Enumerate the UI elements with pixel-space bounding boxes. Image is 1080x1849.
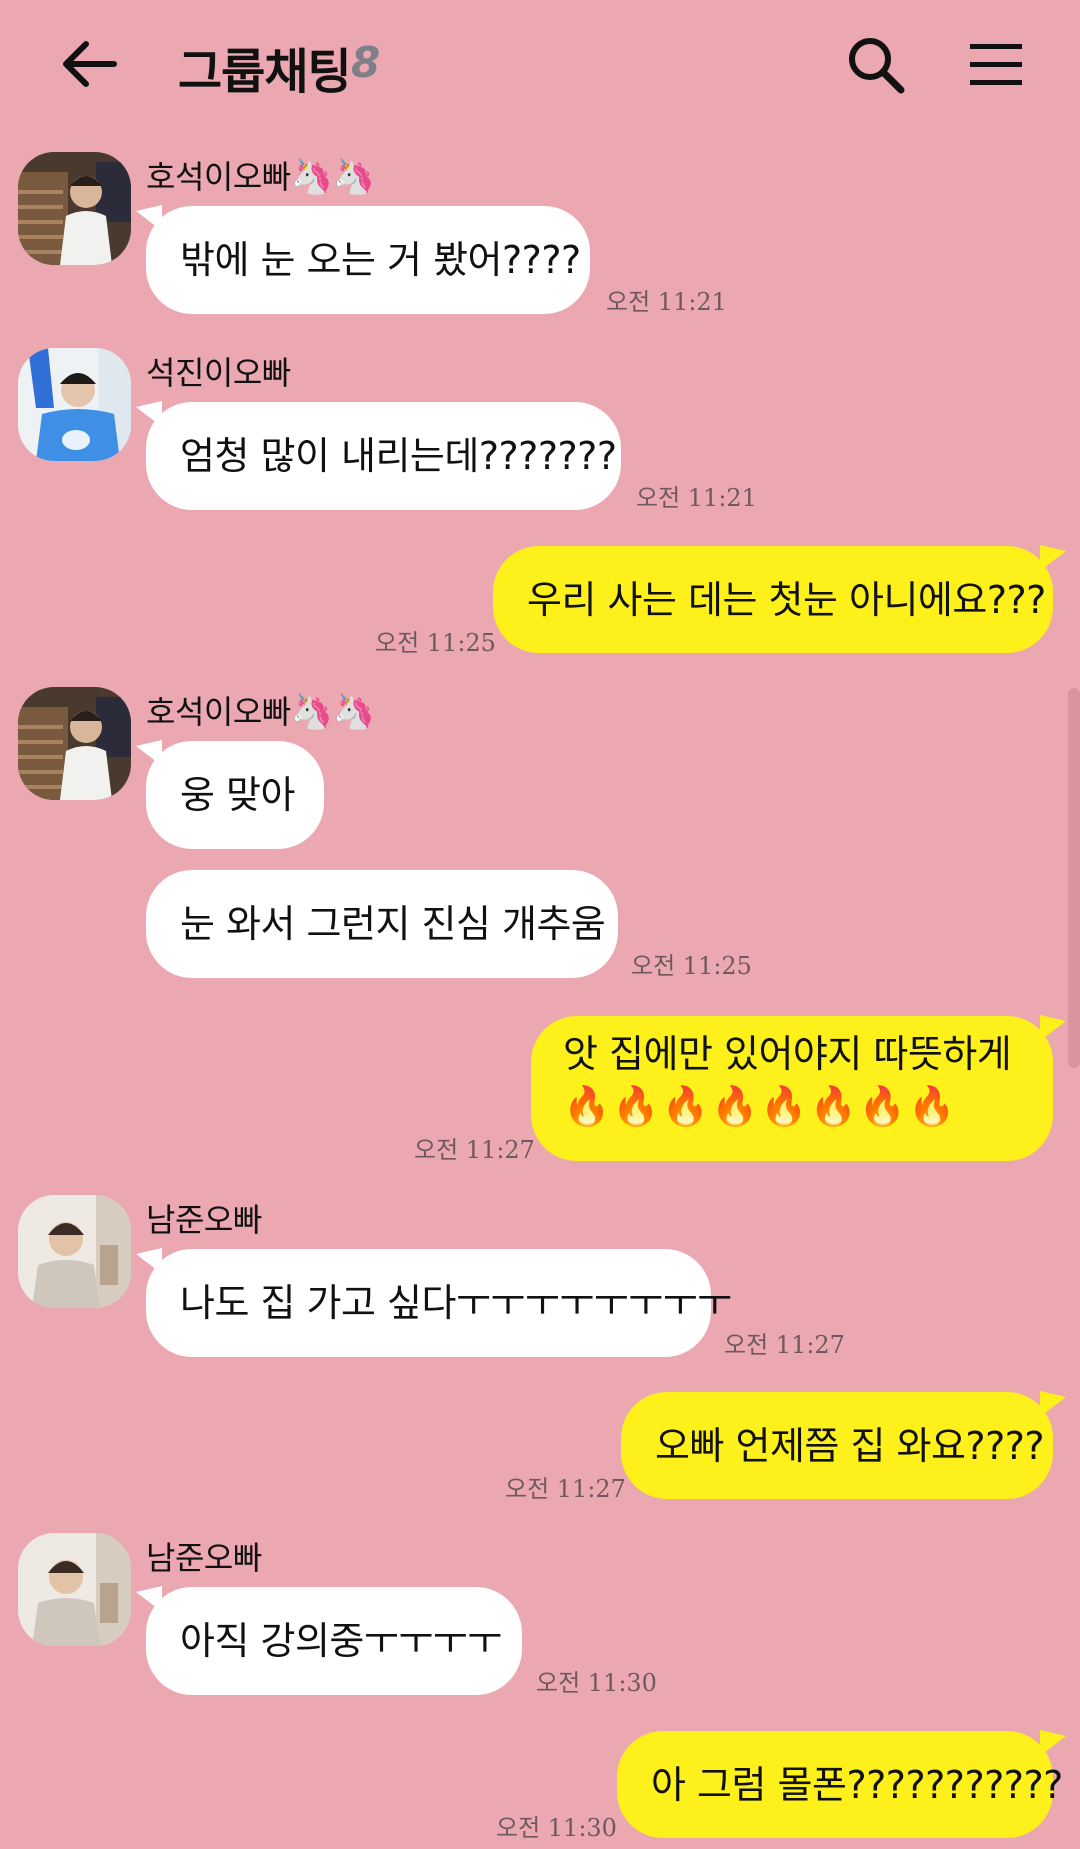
message-text: 아 그럼 몰폰??????????? <box>651 1762 1063 1807</box>
message-time: 오전 11:25 <box>375 629 496 657</box>
message-text: 눈 와서 그런지 진심 개추움 <box>180 902 606 946</box>
avatar-namjoon[interactable] <box>18 1195 131 1308</box>
message-time: 오전 11:21 <box>606 288 727 316</box>
sent-message-bubble[interactable]: 앗 집에만 있어야지 따뜻하게 🔥🔥🔥🔥🔥🔥🔥🔥 <box>531 1016 1053 1161</box>
message-text: 밖에 눈 오는 거 봤어???? <box>180 238 581 282</box>
search-icon <box>849 38 905 94</box>
message-time: 오전 11:21 <box>636 484 757 512</box>
avatar-seokjin[interactable] <box>18 348 131 461</box>
sender-name: 호석이오빠🦄🦄 <box>146 157 375 197</box>
search-button[interactable] <box>845 34 907 96</box>
message-time: 오전 11:27 <box>505 1475 626 1503</box>
sender-name: 석진이오빠 <box>146 354 291 392</box>
message-time: 오전 11:27 <box>414 1136 535 1164</box>
unicorn-emoji: 🦄🦄 <box>290 157 375 197</box>
hamburger-menu-icon <box>970 44 1022 85</box>
message-bubble[interactable]: 아직 강의중ㅜㅜㅜㅜ <box>146 1587 522 1695</box>
avatar-namjoon[interactable] <box>18 1533 131 1646</box>
bubble-tail <box>1040 1015 1066 1041</box>
bubble-tail <box>1040 1391 1066 1417</box>
message-text: 우리 사는 데는 첫눈 아니에요??? <box>527 577 1046 622</box>
message-bubble[interactable]: 나도 집 가고 싶다ㅜㅜㅜㅜㅜㅜㅜㅜ <box>146 1249 732 1357</box>
chat-header: 그룹채팅 8 <box>0 0 1080 130</box>
message-text: 앗 집에만 있어야지 따뜻하게 <box>563 1032 1012 1076</box>
bubble-tail <box>1040 545 1066 571</box>
menu-button[interactable] <box>968 40 1024 90</box>
avatar-hoseok[interactable] <box>18 687 131 800</box>
message-text: 웅 맞아 <box>180 773 295 817</box>
member-count: 8 <box>351 38 381 87</box>
message-text: 나도 집 가고 싶다ㅜㅜㅜㅜㅜㅜㅜㅜ <box>180 1281 732 1325</box>
message-text: 엄청 많이 내리는데??????? <box>180 434 617 478</box>
message-bubble[interactable]: 밖에 눈 오는 거 봤어???? <box>146 206 590 314</box>
sent-message-bubble[interactable]: 아 그럼 몰폰??????????? <box>617 1731 1063 1838</box>
sent-message-bubble[interactable]: 오빠 언제쯤 집 와요???? <box>621 1392 1053 1499</box>
back-button[interactable] <box>56 30 124 98</box>
sender-name: 남준오빠 <box>146 1539 262 1577</box>
message-time: 오전 11:25 <box>631 952 752 980</box>
avatar-hoseok[interactable] <box>18 152 131 265</box>
message-bubble[interactable]: 웅 맞아 <box>146 741 324 849</box>
sender-name: 호석이오빠🦄🦄 <box>146 692 375 732</box>
chat-title: 그룹채팅 <box>178 44 352 100</box>
bubble-tail <box>1040 1730 1066 1756</box>
sent-message-bubble[interactable]: 우리 사는 데는 첫눈 아니에요??? <box>493 546 1053 653</box>
message-time: 오전 11:30 <box>496 1814 617 1842</box>
arrow-left-icon <box>63 41 117 87</box>
message-text: 오빠 언제쯤 집 와요???? <box>655 1423 1045 1468</box>
scrollbar[interactable] <box>1068 688 1080 1068</box>
sender-name: 남준오빠 <box>146 1201 262 1239</box>
message-text: 아직 강의중ㅜㅜㅜㅜ <box>180 1619 502 1663</box>
message-bubble[interactable]: 눈 와서 그런지 진심 개추움 <box>146 870 618 978</box>
message-time: 오전 11:30 <box>536 1669 657 1697</box>
unicorn-emoji: 🦄🦄 <box>290 692 375 732</box>
message-bubble[interactable]: 엄청 많이 내리는데??????? <box>146 402 621 510</box>
message-time: 오전 11:27 <box>724 1331 845 1359</box>
fire-emoji-line: 🔥🔥🔥🔥🔥🔥🔥🔥 <box>563 1084 958 1128</box>
